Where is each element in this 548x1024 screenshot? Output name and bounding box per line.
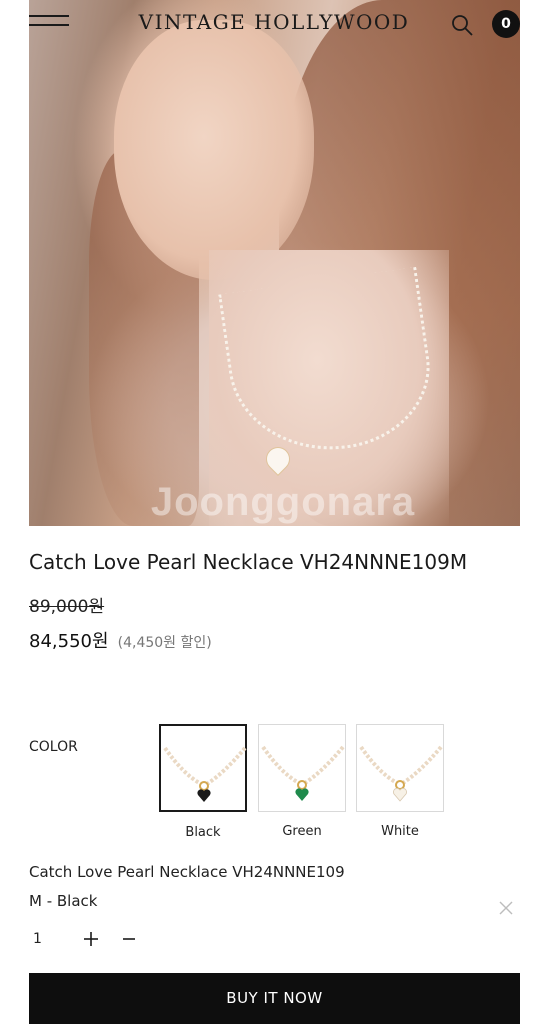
selected-option-name: Catch Love Pearl Necklace VH24NNNE109 <box>29 863 345 881</box>
quantity-plus-icon[interactable] <box>82 930 100 948</box>
necklace-thumbnail-black <box>163 746 247 802</box>
hamburger-menu-icon[interactable] <box>29 15 69 35</box>
selected-option-summary: Catch Love Pearl Necklace VH24NNNE109 M … <box>29 858 389 916</box>
color-swatch-label: Black <box>185 825 221 840</box>
close-icon[interactable] <box>497 899 515 917</box>
necklace-thumbnail-white <box>359 745 443 802</box>
selected-option-variant: M - Black <box>29 892 98 910</box>
color-swatch-label: White <box>381 824 419 839</box>
buy-it-now-button[interactable]: BUY IT NOW <box>29 973 520 1024</box>
discount-amount: (4,450원 할인) <box>117 635 212 651</box>
color-swatch-label: Green <box>282 824 322 839</box>
necklace-thumbnail-green <box>261 745 345 801</box>
site-header: VINTAGE HOLLYWOOD 0 <box>29 0 520 48</box>
cart-count-badge[interactable]: 0 <box>492 10 520 38</box>
watermark: Joonggonara <box>150 480 416 524</box>
color-swatch-black[interactable]: Black <box>159 724 247 840</box>
sale-price: 84,550원 <box>29 631 109 652</box>
sale-price-line: 84,550원 (4,450원 할인) <box>29 627 212 653</box>
quantity-minus-icon[interactable] <box>120 930 138 948</box>
product-title: Catch Love Pearl Necklace VH24NNNE109M <box>29 550 468 574</box>
color-swatch-white[interactable]: White <box>356 724 444 839</box>
brand-logo[interactable]: VINTAGE HOLLYWOOD <box>129 10 419 34</box>
color-option-label: COLOR <box>29 739 78 755</box>
original-price: 89,000원 <box>29 597 105 617</box>
color-swatch-green[interactable]: Green <box>258 724 346 839</box>
search-icon[interactable] <box>450 13 474 37</box>
quantity-value[interactable]: 1 <box>33 931 42 947</box>
product-hero-image <box>29 0 520 526</box>
face-shape <box>114 20 314 280</box>
